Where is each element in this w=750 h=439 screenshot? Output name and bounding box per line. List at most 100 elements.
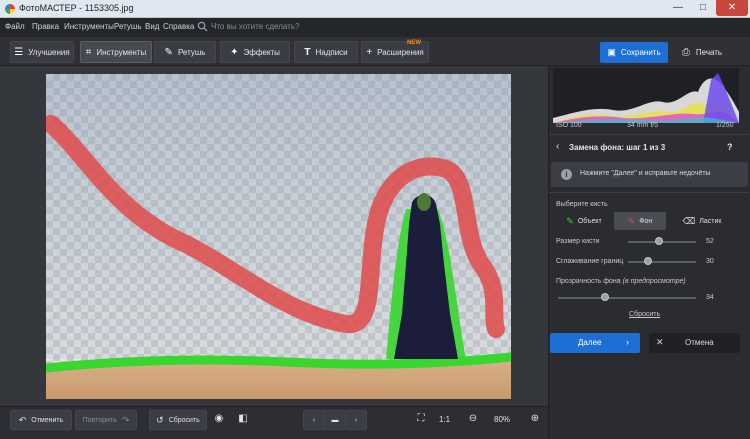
minimize-button[interactable]: — [666,0,690,16]
brush-icon: ✎ [164,46,173,58]
photo-canvas[interactable] [46,74,511,399]
zoom-in-icon[interactable]: ⊕ [528,413,542,424]
bg-opacity-knob[interactable] [600,293,609,301]
close-icon: ✕ [656,337,664,347]
sliders-icon: ☰ [14,46,24,58]
lens-value: 34 mm f/5 [627,122,659,129]
brush-size-knob[interactable] [654,237,663,245]
info-icon: i [561,169,572,180]
cancel-label: Отмена [685,338,714,347]
chevron-right-icon: › [626,337,629,347]
bg-opacity-track[interactable] [558,297,696,299]
undo-label: Отменить [31,416,64,424]
brush-size-value: 52 [706,238,714,245]
chevron-right-icon: › [354,416,358,424]
open-folder-button[interactable]: ▬ [324,410,346,430]
redo-label: Повторить [82,416,117,424]
photo-layer [46,74,511,399]
cancel-button[interactable]: ✕ Отмена [649,333,740,353]
edge-smoothing-track[interactable] [628,261,696,263]
tab-label: Улучшения [28,47,70,57]
woman-head [417,193,431,211]
menu-retouch[interactable]: Ретушь [114,22,142,31]
histogram [553,68,739,123]
brush-label: Объект [577,217,602,225]
brush-eraser-button[interactable]: ⌫ Ластик [672,212,732,230]
brush-section-title: Выберите кисть [556,201,608,208]
edge-smoothing-value: 30 [706,258,714,265]
print-label: Печать [695,48,723,57]
tab-enhancements[interactable]: ☰ Улучшения [10,41,74,63]
tab-label: Надписи [315,47,348,57]
tab-label: Инструменты [96,47,147,57]
menu-file[interactable]: Файл [5,22,25,31]
hint-text: Нажмите "Далее" и исправьте недочёты [580,170,711,177]
next-button[interactable]: Далее › [550,333,640,353]
shutter-value: 1/250 [716,122,734,129]
brush-green-icon: ✎ [566,215,574,226]
print-button[interactable]: ⎙ Печать [671,42,733,63]
brush-object-button[interactable]: ✎ Объект [556,212,612,230]
divider [549,192,749,193]
redo-button[interactable]: Повторить ↷ [75,410,137,430]
eye-icon[interactable]: ◉ [212,413,226,424]
brush-background-button[interactable]: ✎ Фон [614,212,666,230]
back-arrow-icon[interactable]: ‹ [556,141,559,152]
save-button[interactable]: ▣ Сохранить [600,42,668,63]
menu-view[interactable]: Вид [145,22,159,31]
floppy-disk-icon: ▣ [607,47,616,57]
magic-wand-icon: ✦ [230,46,239,58]
search-input[interactable]: Что вы хотите сделать? [211,22,299,31]
maximize-button[interactable]: □ [691,0,715,16]
brush-label: Фон [639,217,653,225]
save-label: Сохранить [620,48,661,57]
iso-value: ISO 100 [556,122,582,129]
tab-label: Ретушь [177,47,206,57]
chevron-left-icon: ‹ [312,416,316,424]
reset-label: Сбросить [168,416,200,424]
undo-button[interactable]: ↶ Отменить [10,410,72,430]
fit-screen-icon[interactable]: ⛶ [414,413,428,424]
tab-effects[interactable]: ✦ Эффекты [220,41,290,63]
tab-label: Эффекты [243,47,280,57]
app-logo-icon [5,4,15,14]
next-image-button[interactable]: › [345,410,367,430]
redo-icon: ↷ [121,414,130,425]
next-label: Далее [578,338,602,347]
menu-help[interactable]: Справка [163,22,194,31]
search-icon[interactable] [197,21,208,32]
step-title: Замена фона: шаг 1 из 3 [569,143,666,152]
help-icon[interactable]: ? [727,142,733,152]
edge-smoothing-label: Сглаживание границ [556,258,624,265]
crop-icon: ⌗ [85,46,92,58]
brush-size-label: Размер кисти [556,238,600,245]
zoom-level: 80% [494,415,511,424]
tab-text[interactable]: T Надписи [294,41,358,63]
bg-opacity-value: 34 [706,294,714,301]
folder-icon: ▬ [331,416,339,424]
close-button[interactable]: ✕ [716,0,748,16]
window-title: ФотоМАСТЕР - 1153305.jpg [19,3,134,13]
menu-edit[interactable]: Правка [32,22,59,31]
tab-tools[interactable]: ⌗ Инструменты [80,41,152,63]
reset-button[interactable]: ↺ Сбросить [149,410,207,430]
new-badge: NEW [407,40,421,46]
compare-icon[interactable]: ◧ [236,413,250,424]
zoom-out-icon[interactable]: ⊖ [466,413,480,424]
reset-link[interactable]: Сбросить [629,311,660,318]
prev-image-button[interactable]: ‹ [303,410,325,430]
tab-retouch[interactable]: ✎ Ретушь [154,41,216,63]
printer-icon: ⎙ [681,47,690,58]
text-icon: T [304,46,311,58]
title-bar: ФотоМАСТЕР - 1153305.jpg — □ ✕ [0,0,750,18]
zoom-actual-size[interactable]: 1:1 [439,415,450,424]
bg-opacity-label-text: Прозрачность фона [556,278,621,285]
undo-icon: ↶ [18,414,27,425]
brush-red-icon: ✎ [627,215,636,226]
menu-tools[interactable]: Инструменты [64,22,114,31]
bg-opacity-label: Прозрачность фона (в предпросмотре) [556,278,686,285]
reset-icon: ↺ [156,414,164,425]
plus-icon: + [366,46,373,58]
bg-opacity-note: (в предпросмотре) [622,278,686,285]
eraser-icon: ⌫ [682,215,696,226]
